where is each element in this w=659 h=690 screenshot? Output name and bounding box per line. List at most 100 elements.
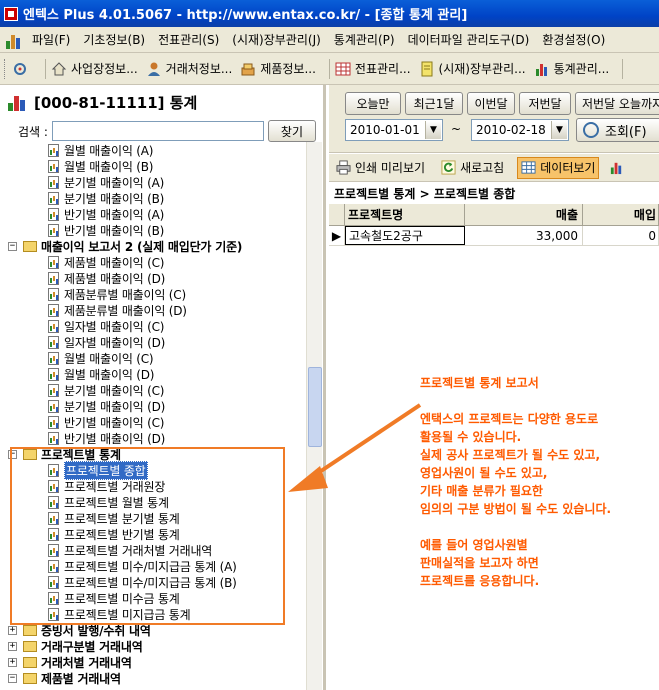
left-pane-header: [000-81-11111] 통계 (0, 85, 323, 120)
column-header-sales[interactable]: 매출 (465, 204, 583, 225)
tree-item[interactable]: 분기별 매출이익 (C) (6, 382, 306, 398)
report-icon (48, 175, 59, 189)
page-title: [000-81-11111] 통계 (34, 94, 198, 112)
tree-scrollbar[interactable] (306, 142, 322, 690)
tree-item[interactable]: 분기별 매출이익 (A) (6, 174, 306, 190)
folder-icon (23, 672, 37, 684)
date-filter-panel: 오늘만 최근1달 이번달 저번달 저번달 오늘까지 2010-01-01 ▼ ~… (329, 85, 659, 153)
date-to-field[interactable]: 2010-02-18 ▼ (471, 119, 569, 141)
tree-item-label: 일자별 매출이익 (D) (64, 335, 166, 350)
toolbar-statistics[interactable]: 통계관리... (534, 60, 609, 77)
grid-header: 프로젝트명 매출 매입 (329, 204, 659, 226)
previous-month-button[interactable]: 저번달 (519, 92, 571, 115)
menu-settings[interactable]: 환경설정(O) (542, 31, 605, 48)
chevron-down-icon[interactable]: ▼ (425, 121, 441, 139)
tree-group[interactable]: + 거래처별 거래내역 (6, 654, 306, 670)
data-view-button[interactable]: 데이터보기 (517, 156, 600, 179)
column-header-purchase[interactable]: 매입 (583, 204, 659, 225)
menu-bar: 파일(F) 기초정보(B) 전표관리(S) (시재)장부관리(J) 통계관리(P… (0, 27, 659, 53)
report-icon (48, 143, 59, 157)
refresh-button[interactable]: 새로고침 (438, 157, 507, 179)
tree-item[interactable]: 일자별 매출이익 (D) (6, 334, 306, 350)
this-month-button[interactable]: 이번달 (467, 92, 515, 115)
date-from-field[interactable]: 2010-01-01 ▼ (345, 119, 443, 141)
toolbar-business-info[interactable]: 사업장정보... (51, 60, 138, 77)
cell-sales[interactable]: 33,000 (465, 226, 583, 245)
toolbar: 사업장정보... 거래처정보... 제품정보... 전표관리... (시재)장부… (0, 53, 659, 85)
tree-item-label: 제품별 매출이익 (D) (64, 271, 166, 286)
report-icon (48, 399, 59, 413)
tree-item[interactable]: 분기별 매출이익 (B) (6, 190, 306, 206)
date-range-tilde: ~ (451, 122, 462, 136)
menu-file[interactable]: 파일(F) (32, 31, 70, 48)
today-button[interactable]: 오늘만 (345, 92, 401, 115)
table-row[interactable]: ▶ 고속철도2공구 33,000 0 (329, 226, 659, 246)
tree-item-label: 분기별 매출이익 (A) (64, 175, 165, 190)
annotation-line: 예를 들어 영업사원별 (420, 538, 528, 552)
tree-item[interactable]: 반기별 매출이익 (C) (6, 414, 306, 430)
tools-icon (14, 62, 26, 75)
tree-item[interactable]: 일자별 매출이익 (C) (6, 318, 306, 334)
toolbar-client-info[interactable]: 거래처정보... (146, 60, 232, 77)
menu-statistics[interactable]: 통계관리(P) (334, 31, 395, 48)
tree-item[interactable]: 반기별 매출이익 (A) (6, 206, 306, 222)
report-icon (48, 271, 59, 285)
grid-icon (335, 62, 351, 75)
collapse-icon[interactable]: − (8, 673, 17, 683)
menu-voucher[interactable]: 전표관리(S) (158, 31, 219, 48)
column-header-project[interactable]: 프로젝트명 (345, 204, 465, 225)
tree-item-label: 일자별 매출이익 (C) (64, 319, 165, 334)
search-input[interactable] (51, 121, 264, 141)
report-icon (48, 207, 59, 221)
tree-item-label: 월별 매출이익 (D) (64, 367, 155, 382)
tree-item-label: 반기별 매출이익 (C) (64, 415, 165, 430)
toolbar-voucher[interactable]: 전표관리... (335, 60, 411, 77)
collapse-icon[interactable]: − (8, 241, 17, 251)
tools-icon-button[interactable] (12, 61, 32, 77)
expand-icon[interactable]: + (8, 641, 17, 651)
annotation-line: 판매실적을 보고자 하면 (420, 556, 539, 570)
scrollbar-thumb[interactable] (308, 367, 322, 447)
folder-icon (23, 240, 37, 252)
menu-datafile-tools[interactable]: 데이터파일 관리도구(D) (408, 31, 530, 48)
action-bar: 인쇄 미리보기 새로고침 데이터보기 (329, 154, 659, 182)
cell-project-name[interactable]: 고속철도2공구 (345, 226, 465, 245)
tree-item-label: 반기별 매출이익 (A) (64, 207, 165, 222)
expand-icon[interactable]: + (8, 657, 17, 667)
cell-purchase[interactable]: 0 (583, 226, 659, 245)
toolbar-grip[interactable] (4, 58, 7, 79)
tree-item[interactable]: 월별 매출이익 (D) (6, 366, 306, 382)
query-button[interactable]: 조회(F) (576, 118, 659, 142)
toolbar-product-info[interactable]: 제품정보... (240, 60, 316, 77)
expand-icon[interactable]: + (8, 625, 17, 635)
tree-item[interactable]: 분기별 매출이익 (D) (6, 398, 306, 414)
chevron-down-icon[interactable]: ▼ (551, 121, 567, 139)
tree-item[interactable]: 제품분류별 매출이익 (C) (6, 286, 306, 302)
tree-item-label: 반기별 매출이익 (B) (64, 223, 165, 238)
tree-group[interactable]: − 제품별 거래내역 (6, 670, 306, 686)
tree-item[interactable]: 월별 매출이익 (C) (6, 350, 306, 366)
tree-item[interactable]: 월별 매출이익 (B) (6, 158, 306, 174)
tree-item[interactable]: 제품분류별 매출이익 (D) (6, 302, 306, 318)
bar-chart-icon[interactable] (609, 160, 624, 175)
report-icon (48, 191, 59, 205)
annotation-line: 실제 공사 프로젝트가 될 수도 있고, (420, 448, 601, 462)
menu-ledger[interactable]: (시재)장부관리(J) (232, 31, 321, 48)
report-icon (48, 287, 59, 301)
tree-item[interactable]: 월별 매출이익 (A) (6, 142, 306, 158)
print-preview-button[interactable]: 인쇄 미리보기 (333, 157, 428, 179)
tree-item[interactable]: 제품별 매출이익 (D) (6, 270, 306, 286)
tree-item-label: 월별 매출이익 (C) (64, 351, 154, 366)
tree-group[interactable]: + 거래구분별 거래내역 (6, 638, 306, 654)
previous-month-to-today-button[interactable]: 저번달 오늘까지 (575, 92, 659, 115)
toolbar-ledger[interactable]: (시재)장부관리... (419, 60, 526, 77)
annotation-line: 임의의 구분 방법이 될 수도 있습니다. (420, 502, 612, 516)
menu-basic-info[interactable]: 기초정보(B) (83, 31, 145, 48)
tree-item[interactable]: 제품별 매출이익 (C) (6, 254, 306, 270)
tree-group[interactable]: − 매출이익 보고서 2 (실제 매입단가 기준) (6, 238, 306, 254)
find-button[interactable]: 찾기 (267, 120, 316, 142)
last-month-range-button[interactable]: 최근1달 (405, 92, 463, 115)
report-icon (48, 383, 59, 397)
tree-item[interactable]: 반기별 매출이익 (D) (6, 430, 306, 446)
tree-item[interactable]: 반기별 매출이익 (B) (6, 222, 306, 238)
